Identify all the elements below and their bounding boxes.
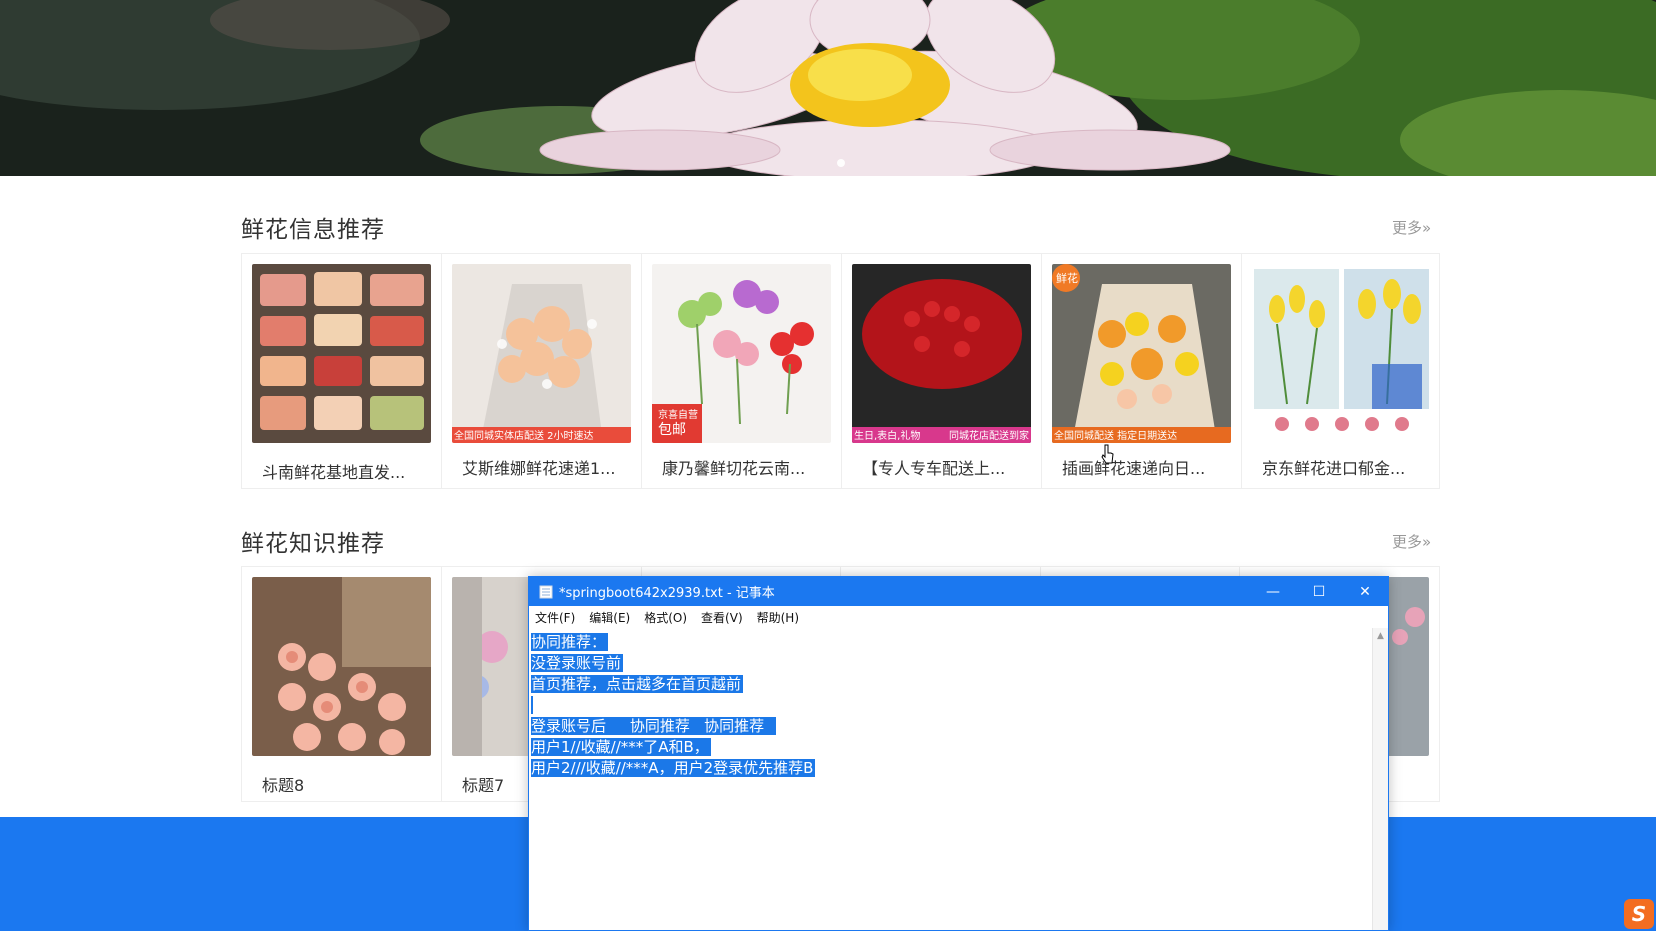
text-line: 首页推荐，点击越多在首页越前 [531, 675, 744, 693]
menu-help[interactable]: 帮助(H) [757, 609, 799, 626]
text-line: 登录账号后 协同推荐 协同推荐 [531, 717, 776, 735]
more-link-flower-knowledge[interactable]: 更多» [1392, 531, 1431, 552]
menu-edit[interactable]: 编辑(E) [589, 609, 630, 626]
flower-card[interactable]: 生日,表白,礼物 同城花店配送到家 【专人专车配送上... [842, 254, 1042, 488]
water-lily-banner [0, 0, 1656, 176]
flower-card[interactable]: 京喜自营 包邮 康乃馨鲜切花云南... [642, 254, 842, 488]
more-link-flower-info[interactable]: 更多» [1392, 217, 1431, 238]
flower-image [252, 264, 431, 443]
vertical-scrollbar[interactable]: ▲ [1372, 628, 1388, 930]
flower-card-title: 【专人专车配送上... [862, 459, 1006, 478]
section-title-flower-knowledge: 鲜花知识推荐 [241, 531, 385, 557]
page: 鲜花信息推荐 更多» 斗南鲜花基地直发... 全国同城实体店配送 2小时速达 艾… [0, 0, 1656, 931]
knowledge-card[interactable]: 标题8 [242, 567, 442, 801]
flower-card-title: 艾斯维娜鲜花速递1... [462, 459, 616, 478]
maximize-icon[interactable]: ☐ [1296, 577, 1342, 606]
image-caption: 全国同城配送 指定日期送达 [1054, 431, 1178, 442]
input-method-icon[interactable]: S [1624, 899, 1654, 929]
scroll-up-icon[interactable]: ▲ [1377, 631, 1384, 641]
flower-image: 京喜自营 包邮 [652, 264, 831, 443]
notepad-title: *springboot642x2939.txt - 记事本 [559, 586, 775, 601]
mouse-pointer-icon [1101, 444, 1114, 464]
flower-card-title: 康乃馨鲜切花云南... [662, 459, 806, 478]
flower-card-title: 斗南鲜花基地直发... [262, 463, 406, 482]
image-caption: 同城花店配送到家 [949, 431, 1029, 442]
menu-file[interactable]: 文件(F) [535, 609, 575, 626]
hero-banner[interactable] [0, 0, 1656, 176]
image-caption: 生日,表白,礼物 [854, 431, 921, 442]
notepad-menubar: 文件(F) 编辑(E) 格式(O) 查看(V) 帮助(H) [529, 606, 1388, 628]
flower-image: 生日,表白,礼物 同城花店配送到家 [852, 264, 1031, 443]
text-line: 协同推荐： [531, 633, 609, 651]
notepad-text-area[interactable]: 协同推荐： 没登录账号前 首页推荐，点击越多在首页越前 登录账号后 协同推荐 协… [529, 628, 1372, 930]
flower-card-title: 京东鲜花进口郁金... [1262, 459, 1406, 478]
notepad-icon [539, 585, 553, 598]
flower-image [1252, 264, 1431, 443]
image-badge: 包邮 [658, 422, 686, 438]
text-line [531, 695, 1370, 716]
knowledge-card-title: 标题8 [262, 776, 305, 795]
flower-card-title: 插画鲜花速递向日... [1062, 459, 1206, 478]
text-line: 用户2///收藏//***A，用户2登录优先推荐B [531, 759, 816, 777]
text-line: 没登录账号前 [531, 654, 624, 672]
flower-image: 鲜花 全国同城配送 指定日期送达 [1052, 264, 1231, 443]
flower-image: 全国同城实体店配送 2小时速达 [452, 264, 631, 443]
image-badge: 鲜花 [1056, 272, 1078, 285]
menu-format[interactable]: 格式(O) [644, 609, 687, 626]
minimize-icon[interactable]: — [1250, 577, 1296, 606]
flower-card[interactable]: 全国同城实体店配送 2小时速达 艾斯维娜鲜花速递1... [442, 254, 642, 488]
notepad-window[interactable]: *springboot642x2939.txt - 记事本 — ☐ ✕ 文件(F… [528, 576, 1389, 931]
carousel-dot[interactable] [837, 159, 845, 167]
image-caption: 全国同城实体店配送 2小时速达 [454, 431, 594, 442]
menu-view[interactable]: 查看(V) [701, 609, 743, 626]
text-line: 用户1//收藏//***了A和B， [531, 738, 711, 756]
section-title-flower-info: 鲜花信息推荐 [241, 217, 385, 243]
flower-card[interactable]: 京东鲜花进口郁金... [1242, 254, 1441, 488]
flower-card[interactable]: 斗南鲜花基地直发... [242, 254, 442, 488]
knowledge-image [252, 577, 431, 756]
notepad-titlebar[interactable]: *springboot642x2939.txt - 记事本 — ☐ ✕ [529, 577, 1388, 606]
flower-info-row: 斗南鲜花基地直发... 全国同城实体店配送 2小时速达 艾斯维娜鲜花速递1... [241, 253, 1440, 489]
close-icon[interactable]: ✕ [1342, 577, 1388, 606]
flower-card[interactable]: 鲜花 全国同城配送 指定日期送达 插画鲜花速递向日... [1042, 254, 1242, 488]
